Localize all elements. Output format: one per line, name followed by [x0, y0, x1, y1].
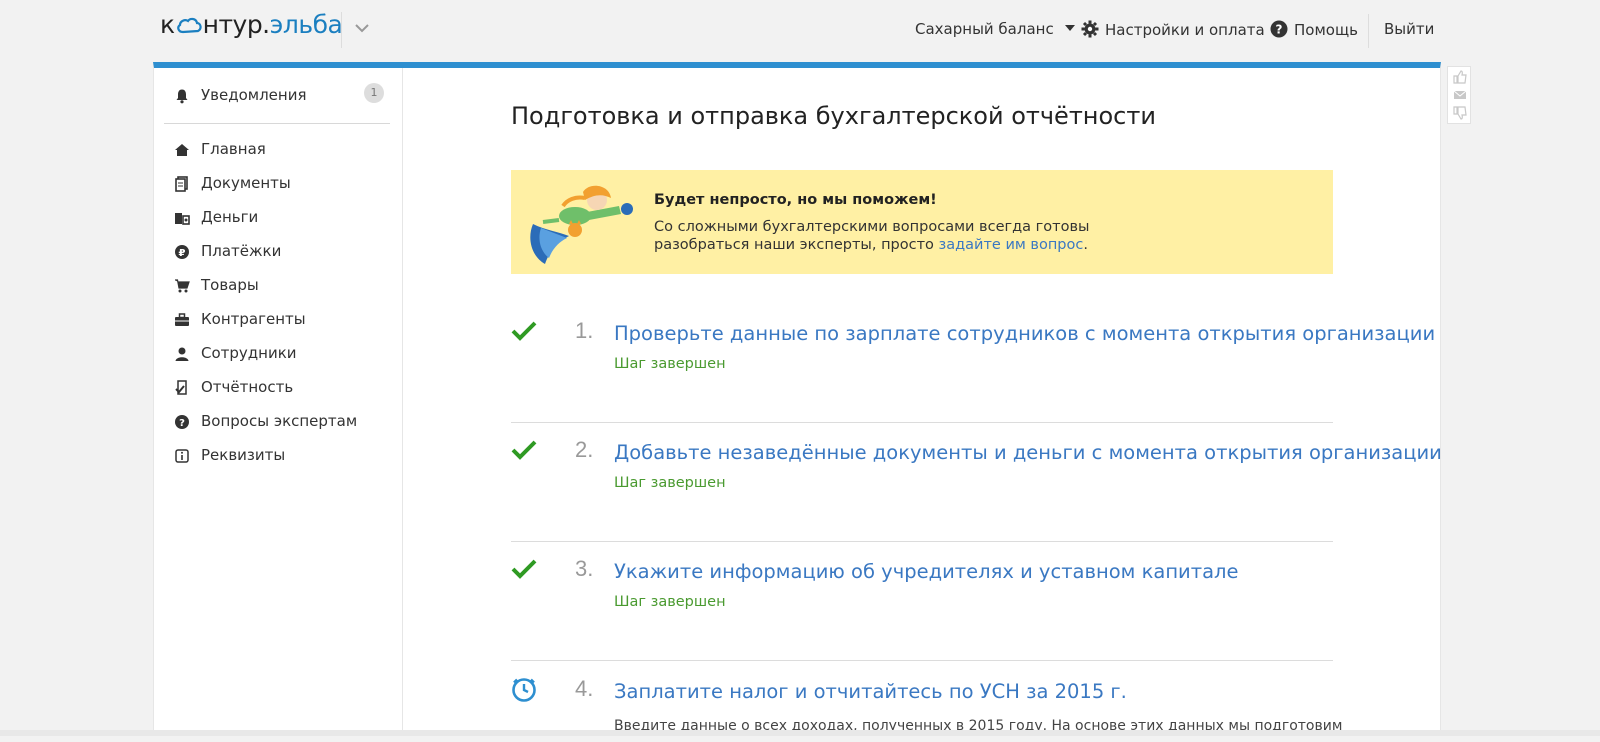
page-title: Подготовка и отправка бухгалтерской отчё… [511, 102, 1156, 130]
svg-text:₽: ₽ [179, 248, 186, 259]
step-item: 2. Добавьте незаведённые документы и ден… [511, 423, 1442, 542]
step-status: Шаг завершен [614, 356, 726, 372]
chevron-down-icon[interactable] [352, 18, 372, 38]
checkmark-icon [511, 321, 537, 341]
sidebar-item-label: Документы [201, 174, 291, 192]
checkmark-icon [511, 559, 537, 579]
bell-icon [176, 89, 188, 104]
nav-divider [1368, 14, 1369, 48]
flying-superhero-illustration [530, 185, 633, 264]
money-icon [175, 213, 190, 225]
step-status: Шаг завершен [614, 594, 726, 610]
payments-icon: ₽ [175, 245, 189, 259]
step-item: 3. Укажите информацию об учредителях и у… [511, 542, 1333, 661]
question-icon: ? [175, 415, 189, 429]
envelope-icon[interactable] [1453, 88, 1467, 102]
thumbs-up-icon[interactable] [1453, 70, 1467, 84]
sidebar-item-goods[interactable]: Товары [164, 272, 390, 302]
step-title-link[interactable]: Заплатите налог и отчитайтесь по УСН за … [614, 680, 1127, 703]
report-icon [175, 380, 187, 395]
logout-label: Выйти [1384, 20, 1435, 38]
sidebar-item-requisites[interactable]: Реквизиты [164, 442, 390, 472]
person-icon [175, 347, 189, 361]
checkmark-icon [511, 440, 537, 460]
sidebar-item-employees[interactable]: Сотрудники [164, 340, 390, 370]
step-number: 1. [575, 318, 594, 343]
promo-text-end: . [1083, 237, 1088, 253]
gear-icon [1081, 20, 1099, 38]
sidebar-item-experts[interactable]: ? Вопросы экспертам [164, 408, 390, 438]
sidebar-item-money[interactable]: Деньги [164, 204, 390, 234]
org-name: Сахарный баланс [915, 20, 1054, 38]
sidebar-item-notifications[interactable]: Уведомления 1 [164, 82, 390, 112]
feedback-widget [1447, 66, 1471, 124]
promo-title: Будет непросто, но мы поможем! [654, 192, 937, 208]
help-promo-banner: Будет непросто, но мы поможем! Со сложны… [511, 170, 1333, 274]
top-bar: к нтур.эльба Сахарный баланс Настройки и … [0, 0, 1600, 60]
step-number: 4. [575, 676, 594, 701]
step-status: Шаг завершен [614, 475, 726, 491]
help-link[interactable]: ? Помощь [1270, 20, 1358, 39]
ask-question-link[interactable]: задайте им вопрос [939, 237, 1084, 253]
documents-icon [175, 176, 188, 192]
cloud-logo-icon [176, 17, 202, 34]
briefcase-icon [175, 313, 189, 326]
thumbs-down-icon[interactable] [1453, 106, 1467, 120]
step-divider [511, 660, 1333, 661]
sidebar-item-payments[interactable]: ₽ Платёжки [164, 238, 390, 268]
org-selector[interactable]: Сахарный баланс [915, 20, 1082, 38]
horizontal-scrollbar[interactable] [0, 730, 1600, 736]
settings-link[interactable]: Настройки и оплата [1081, 20, 1265, 39]
step-title-link[interactable]: Проверьте данные по зарплате сотрудников… [614, 322, 1435, 345]
main-panel: Уведомления 1 Главная Документы Деньги ₽… [153, 62, 1442, 736]
sidebar-item-label: Вопросы экспертам [201, 412, 358, 430]
sidebar-item-documents[interactable]: Документы [164, 170, 390, 200]
caret-down-icon [1065, 25, 1076, 31]
sidebar-item-label: Деньги [201, 208, 259, 226]
clock-icon [512, 678, 536, 702]
home-icon [175, 144, 189, 156]
sidebar-item-label: Товары [201, 276, 259, 294]
logo[interactable]: к нтур.эльба [160, 10, 343, 39]
help-icon: ? [1270, 20, 1288, 38]
sidebar-item-label: Отчётность [201, 378, 294, 396]
svg-text:?: ? [179, 418, 185, 429]
logo-text-brand: эльба [269, 10, 343, 39]
logout-link[interactable]: Выйти [1384, 20, 1434, 38]
logo-text-mid: нтур. [202, 10, 271, 39]
sidebar-item-home[interactable]: Главная [164, 136, 390, 166]
sidebar-item-label: Платёжки [201, 242, 282, 260]
step-number: 3. [575, 556, 594, 581]
logo-divider [341, 12, 342, 48]
logo-text-left: к [160, 10, 175, 39]
sidebar-item-reports[interactable]: Отчётность [164, 374, 390, 404]
sidebar-item-contractors[interactable]: Контрагенты [164, 306, 390, 336]
sidebar-item-label: Контрагенты [201, 310, 306, 328]
sidebar-divider [164, 123, 390, 124]
sidebar: Уведомления 1 Главная Документы Деньги ₽… [154, 68, 403, 736]
info-icon [175, 449, 189, 463]
step-item: 1. Проверьте данные по зарплате сотрудни… [511, 304, 1435, 423]
sidebar-item-label: Реквизиты [201, 446, 286, 464]
settings-label: Настройки и оплата [1105, 21, 1265, 39]
cart-icon [175, 279, 190, 293]
sidebar-item-label: Уведомления [201, 86, 307, 104]
sidebar-item-label: Главная [201, 140, 266, 158]
step-number: 2. [575, 437, 594, 462]
step-title-link[interactable]: Добавьте незаведённые документы и деньги… [614, 441, 1442, 464]
step-title-link[interactable]: Укажите информацию об учредителях и уста… [614, 560, 1239, 583]
svg-text:?: ? [1276, 23, 1283, 37]
notifications-count-badge: 1 [364, 83, 384, 103]
help-label: Помощь [1294, 21, 1358, 39]
promo-text: Со сложными бухгалтерскими вопросами все… [654, 218, 1174, 254]
sidebar-item-label: Сотрудники [201, 344, 297, 362]
